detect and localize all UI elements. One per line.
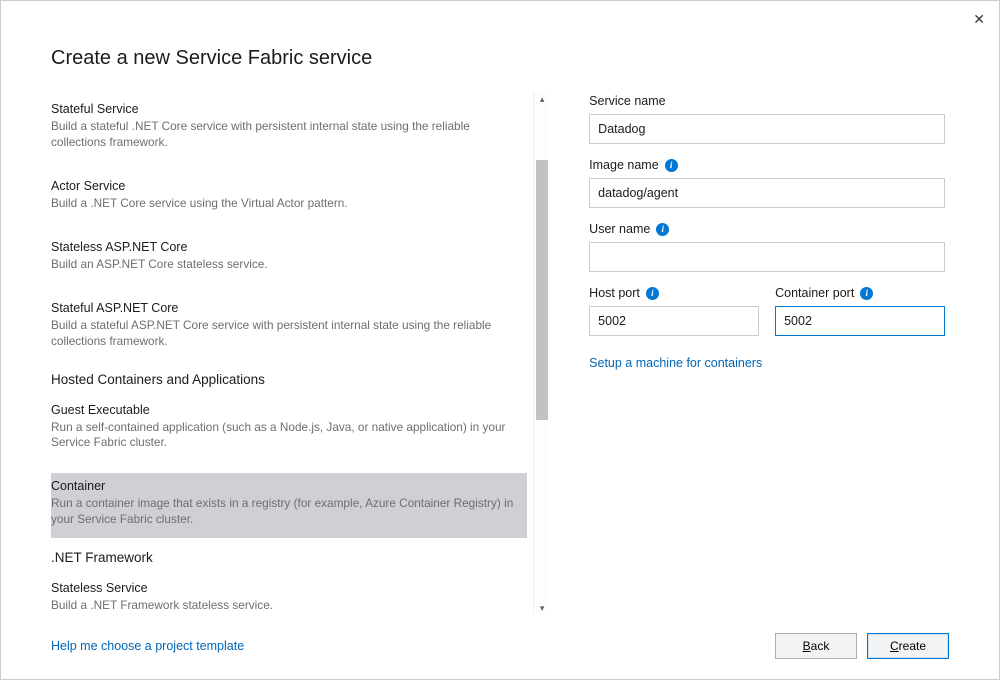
service-name-input[interactable] (589, 114, 945, 144)
template-item-desc: Run a container image that exists in a r… (51, 496, 517, 528)
details-panel: Service name Image name i User name i (589, 92, 949, 615)
service-name-label: Service name (589, 94, 665, 108)
back-button-rest: ack (811, 639, 830, 653)
back-button[interactable]: Back (775, 633, 857, 659)
info-icon[interactable]: i (646, 287, 659, 300)
container-port-field: Container port i (775, 286, 945, 336)
ports-row: Host port i Container port i (589, 286, 945, 350)
template-item-actor-service[interactable]: Actor Service Build a .NET Core service … (51, 173, 527, 222)
template-item-title: Stateless ASP.NET Core (51, 240, 517, 254)
info-icon[interactable]: i (665, 159, 678, 172)
back-button-mnemonic: B (803, 639, 811, 653)
image-name-label: Image name (589, 158, 658, 172)
template-list-scrollbar[interactable]: ▴ ▾ (533, 92, 549, 615)
service-name-field: Service name (589, 94, 945, 144)
info-icon[interactable]: i (860, 287, 873, 300)
template-item-container[interactable]: Container Run a container image that exi… (51, 473, 527, 538)
template-item-guest-executable[interactable]: Guest Executable Run a self-contained ap… (51, 397, 527, 462)
new-service-fabric-service-dialog: ✕ Create a new Service Fabric service St… (1, 1, 999, 679)
create-button-mnemonic: C (890, 639, 899, 653)
host-port-label: Host port (589, 286, 640, 300)
template-item-desc: Build a .NET Framework stateless service… (51, 598, 517, 614)
setup-machine-link[interactable]: Setup a machine for containers (589, 356, 762, 370)
template-item-desc: Build a .NET Core service using the Virt… (51, 196, 517, 212)
template-item-title: Container (51, 479, 517, 493)
user-name-field: User name i (589, 222, 945, 272)
category-header-net-framework: .NET Framework (51, 550, 517, 565)
image-name-field: Image name i (589, 158, 945, 208)
template-item-stateful-aspnet-core[interactable]: Stateful ASP.NET Core Build a stateful A… (51, 295, 527, 360)
host-port-input[interactable] (589, 306, 759, 336)
template-item-title: Stateful ASP.NET Core (51, 301, 517, 315)
scroll-up-arrow-icon[interactable]: ▴ (534, 92, 550, 106)
footer-buttons: Back Create (775, 633, 949, 659)
dialog-title: Create a new Service Fabric service (51, 47, 949, 70)
template-item-desc: Build a stateful ASP.NET Core service wi… (51, 318, 517, 350)
host-port-field: Host port i (589, 286, 759, 336)
template-item-desc: Run a self-contained application (such a… (51, 420, 517, 452)
scroll-thumb[interactable] (536, 160, 548, 420)
template-list-panel: Stateful Service Build a stateful .NET C… (51, 92, 549, 615)
main-content: Stateful Service Build a stateful .NET C… (51, 92, 949, 615)
template-item-title: Actor Service (51, 179, 517, 193)
close-icon[interactable]: ✕ (973, 11, 985, 28)
template-item-desc: Build an ASP.NET Core stateless service. (51, 257, 517, 273)
category-header-hosted-containers: Hosted Containers and Applications (51, 372, 517, 387)
template-item-title: Guest Executable (51, 403, 517, 417)
template-item-title: Stateless Service (51, 581, 517, 595)
user-name-label: User name (589, 222, 650, 236)
template-item-stateless-service-netfx[interactable]: Stateless Service Build a .NET Framework… (51, 575, 527, 615)
template-item-desc: Build a stateful .NET Core service with … (51, 119, 517, 151)
dialog-footer: Help me choose a project template Back C… (51, 621, 949, 659)
info-icon[interactable]: i (656, 223, 669, 236)
create-button[interactable]: Create (867, 633, 949, 659)
create-button-rest: reate (899, 639, 926, 653)
image-name-input[interactable] (589, 178, 945, 208)
template-item-stateless-aspnet-core[interactable]: Stateless ASP.NET Core Build an ASP.NET … (51, 234, 527, 283)
user-name-input[interactable] (589, 242, 945, 272)
template-item-title: Stateful Service (51, 102, 517, 116)
help-choose-template-link[interactable]: Help me choose a project template (51, 639, 244, 653)
container-port-input[interactable] (775, 306, 945, 336)
scroll-down-arrow-icon[interactable]: ▾ (534, 601, 550, 615)
template-list[interactable]: Stateful Service Build a stateful .NET C… (51, 92, 533, 615)
container-port-label: Container port (775, 286, 854, 300)
template-item-stateful-service[interactable]: Stateful Service Build a stateful .NET C… (51, 96, 527, 161)
